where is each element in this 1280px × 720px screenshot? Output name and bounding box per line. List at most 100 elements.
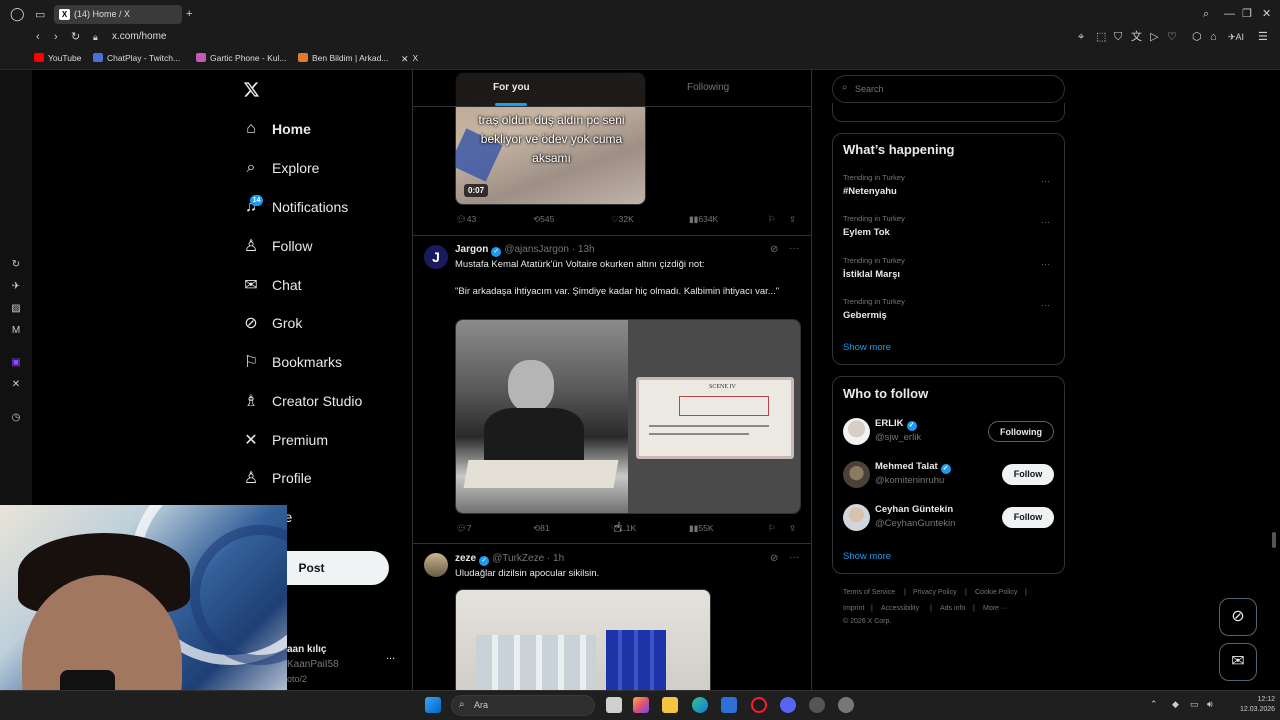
nav-explore[interactable]: ⌕ Explore bbox=[242, 156, 320, 180]
maximize-icon[interactable]: ❐ bbox=[1242, 8, 1252, 20]
share-icon[interactable]: ⇪ bbox=[789, 214, 796, 225]
pin-icon[interactable]: ⌖ bbox=[1078, 31, 1084, 43]
tweet-author[interactable]: Jargon ✓ @ajansJargon · 13h bbox=[455, 244, 595, 257]
avatar[interactable] bbox=[843, 504, 870, 531]
nav-follow[interactable]: ♙ Follow bbox=[242, 234, 313, 258]
nav-grok[interactable]: ⊘ Grok bbox=[242, 311, 302, 335]
footer-terms[interactable]: Terms of Service bbox=[843, 589, 895, 596]
taskbar-clock[interactable]: 12:12 12.03.2026 bbox=[1240, 695, 1275, 715]
tab-following[interactable]: Following bbox=[687, 82, 729, 93]
snapshot-icon[interactable]: ⬚ bbox=[1096, 31, 1106, 43]
messages-fab-icon[interactable]: ✉ bbox=[1219, 643, 1257, 681]
show-more-link[interactable]: Show more bbox=[843, 342, 891, 353]
follow-suggestion-name[interactable]: ERLIK ✓ bbox=[875, 418, 920, 431]
follow-suggestion-name[interactable]: Mehmed Talat ✓ bbox=[875, 461, 954, 474]
follow-button[interactable]: Follow bbox=[1002, 464, 1054, 485]
minimize-icon[interactable]: — bbox=[1224, 8, 1235, 20]
forward-icon[interactable]: › bbox=[54, 31, 58, 43]
discord-icon[interactable] bbox=[780, 697, 796, 713]
bookmark-benbildim[interactable]: Ben Bildim | Arkad... bbox=[298, 53, 388, 63]
account-name[interactable]: aan kılıç bbox=[287, 644, 326, 655]
footer-more[interactable]: More ··· bbox=[983, 605, 1008, 612]
reply-button[interactable]: 💬︎ 43 bbox=[456, 214, 476, 225]
avatar[interactable] bbox=[843, 418, 870, 445]
tweet-author[interactable]: zeze ✓ @TurkZeze · 1h bbox=[455, 553, 564, 566]
ai-icon[interactable]: ✈AI bbox=[1228, 31, 1244, 43]
trend-more-icon[interactable]: ··· bbox=[1041, 176, 1050, 186]
footer-accessibility[interactable]: Accessibility bbox=[881, 605, 919, 612]
bookmark-tweet-icon[interactable]: ⚐ bbox=[768, 523, 776, 534]
follow-button[interactable]: Follow bbox=[1002, 507, 1054, 528]
nav-profile[interactable]: ♙ Profile bbox=[242, 466, 312, 490]
new-tab-icon[interactable]: + bbox=[186, 8, 192, 20]
reload-icon[interactable]: ↻ bbox=[71, 31, 80, 43]
back-icon[interactable]: ‹ bbox=[36, 31, 40, 43]
bookmark-gartic[interactable]: Gartic Phone - Kul... bbox=[196, 53, 287, 63]
url-text[interactable]: x.com/home bbox=[112, 31, 166, 42]
trend-more-icon[interactable]: ··· bbox=[1041, 300, 1050, 310]
copilot-icon[interactable] bbox=[633, 697, 649, 713]
footer-cookie[interactable]: Cookie Policy bbox=[975, 589, 1017, 596]
nav-bookmarks[interactable]: ⚐ Bookmarks bbox=[242, 350, 342, 374]
wallet-icon[interactable]: ▨ bbox=[9, 302, 23, 316]
follow-suggestion-name[interactable]: Ceyhan Güntekin bbox=[875, 504, 953, 515]
edge-icon[interactable] bbox=[692, 697, 708, 713]
grok-fab-icon[interactable]: ⊘ bbox=[1219, 598, 1257, 636]
avatar[interactable] bbox=[424, 553, 448, 577]
tweet-more-icon[interactable]: ··· bbox=[789, 552, 799, 563]
clock-icon[interactable]: ◷ bbox=[9, 411, 23, 425]
translate-icon[interactable]: 文 bbox=[1131, 31, 1142, 43]
nav-home[interactable]: ⌂ Home bbox=[242, 117, 311, 141]
bookmark-tweet-icon[interactable]: ⚐ bbox=[768, 214, 776, 225]
footer-ads-info[interactable]: Ads info bbox=[940, 605, 965, 612]
history-icon[interactable]: ↻ bbox=[9, 258, 23, 272]
x-sidebar-icon[interactable]: ✕ bbox=[9, 378, 23, 392]
tweet-more-icon[interactable]: ··· bbox=[789, 243, 799, 254]
taskbar-search[interactable]: ⌕ Ara bbox=[451, 695, 595, 716]
tweet-image[interactable]: SCENE IV bbox=[455, 319, 801, 514]
trend-more-icon[interactable]: ··· bbox=[1041, 217, 1050, 227]
x-logo-icon[interactable] bbox=[243, 81, 260, 98]
opera-taskbar-icon[interactable] bbox=[751, 697, 767, 713]
tweet-image[interactable] bbox=[455, 589, 711, 690]
scrollbar-thumb[interactable] bbox=[1272, 532, 1276, 548]
grok-tweet-icon[interactable]: ⊘ bbox=[770, 244, 778, 255]
trend-item[interactable]: #Netenyahu bbox=[843, 186, 897, 197]
menu-icon[interactable]: ☰ bbox=[1258, 31, 1268, 43]
like-button[interactable]: ♡ 32K bbox=[611, 214, 634, 225]
windows-start-icon[interactable] bbox=[425, 697, 441, 713]
volume-icon[interactable]: 🔊︎ bbox=[1207, 699, 1213, 710]
avatar[interactable] bbox=[843, 461, 870, 488]
opera-logo-icon[interactable]: ◯ bbox=[10, 7, 25, 20]
trend-item[interactable]: Eylem Tok bbox=[843, 227, 890, 238]
bookmark-youtube[interactable]: YouTube bbox=[34, 53, 81, 63]
trend-item[interactable]: Gebermiş bbox=[843, 310, 887, 321]
search-tabs-icon[interactable]: ⌕ bbox=[1203, 8, 1209, 20]
trend-item[interactable]: İstiklal Marşı bbox=[843, 269, 900, 280]
tray-app-icon[interactable]: ◆ bbox=[1172, 699, 1179, 710]
tab-for-you[interactable]: For you bbox=[493, 82, 530, 93]
tray-chevron-icon[interactable]: ⌃ bbox=[1150, 699, 1158, 710]
bookmark-chatplay[interactable]: ChatPlay - Twitch... bbox=[93, 53, 180, 63]
shield-icon[interactable]: ⛉ bbox=[1114, 31, 1122, 43]
trend-more-icon[interactable]: ··· bbox=[1041, 259, 1050, 269]
nav-premium[interactable]: ✕ Premium bbox=[242, 428, 328, 452]
following-button[interactable]: Following bbox=[988, 421, 1054, 442]
avatar[interactable]: J bbox=[424, 245, 448, 269]
repost-button[interactable]: ⟲ 545 bbox=[533, 214, 554, 225]
search-input[interactable]: ⌕ Search bbox=[832, 75, 1065, 103]
nav-chat[interactable]: ✉ Chat bbox=[242, 273, 301, 297]
share-icon[interactable]: ⇪ bbox=[789, 523, 796, 534]
nav-creator-studio[interactable]: ♗ Creator Studio bbox=[242, 389, 362, 413]
extensions-icon[interactable]: ⬡ bbox=[1192, 31, 1202, 43]
tab-manager-icon[interactable]: ▭ bbox=[35, 9, 45, 21]
show-more-link[interactable]: Show more bbox=[843, 551, 891, 562]
views-button[interactable]: ▮▮ 634K bbox=[689, 214, 718, 225]
obs-icon[interactable] bbox=[809, 697, 825, 713]
grok-tweet-icon[interactable]: ⊘ bbox=[770, 553, 778, 564]
footer-privacy[interactable]: Privacy Policy bbox=[913, 589, 957, 596]
reply-button[interactable]: 💬︎ 7 bbox=[456, 523, 472, 534]
app-icon[interactable] bbox=[838, 697, 854, 713]
task-view-icon[interactable] bbox=[606, 697, 622, 713]
twitch-icon[interactable]: ▣ bbox=[9, 356, 23, 370]
